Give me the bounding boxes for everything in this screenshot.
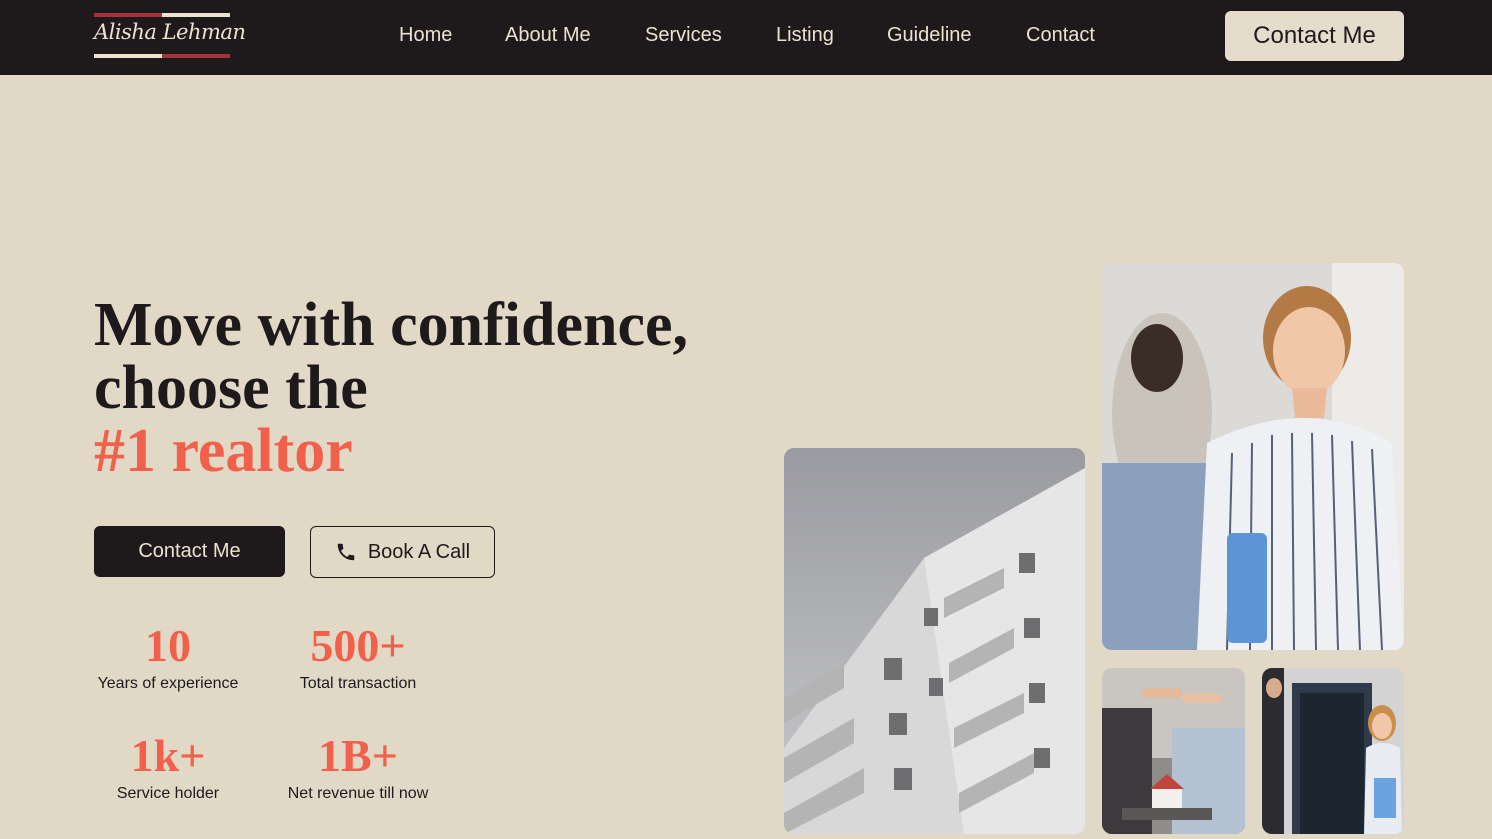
nav-about-me[interactable]: About Me (505, 23, 591, 47)
header-contact-me-button[interactable]: Contact Me (1225, 11, 1404, 61)
navbar: Alisha Lehman Home About Me Services Lis… (0, 0, 1492, 75)
logo-bar-top (94, 13, 230, 17)
nav-services[interactable]: Services (645, 23, 722, 47)
logo[interactable]: Alisha Lehman (94, 13, 246, 58)
headline-line-2: choose the (94, 354, 368, 422)
open-door-photo (1262, 668, 1404, 834)
stat-value: 500+ (310, 620, 406, 671)
headline-line-1: Move with confidence, (94, 291, 689, 359)
contact-me-button[interactable]: Contact Me (94, 526, 285, 577)
stat-label: Total transaction (299, 675, 417, 692)
phone-icon (335, 541, 357, 563)
nav-listing[interactable]: Listing (776, 23, 834, 47)
stat-value: 10 (145, 620, 191, 671)
realtor-portrait-photo (1102, 263, 1404, 650)
keys-handover-photo (1102, 668, 1245, 834)
building-photo (784, 448, 1085, 834)
nav-guideline[interactable]: Guideline (887, 23, 972, 47)
stat-value: 1B+ (318, 730, 398, 781)
stat-years: 10 Years of experience (94, 623, 242, 693)
stat-revenue: 1B+ Net revenue till now (280, 733, 436, 803)
stat-value: 1k+ (130, 730, 206, 781)
nav-home[interactable]: Home (399, 23, 452, 47)
book-a-call-button[interactable]: Book A Call (310, 526, 495, 578)
stat-transactions: 500+ Total transaction (292, 623, 424, 693)
logo-text: Alisha Lehman (94, 20, 246, 44)
stat-label: Service holder (116, 785, 220, 802)
stat-label: Net revenue till now (287, 785, 429, 802)
logo-bar-bottom (94, 54, 230, 58)
book-a-call-label: Book A Call (367, 540, 471, 563)
stat-service-holders: 1k+ Service holder (94, 733, 242, 803)
hero-headline: Move with confidence, choose the #1 real… (94, 294, 688, 483)
headline-accent: #1 realtor (94, 417, 353, 485)
nav-contact[interactable]: Contact (1026, 23, 1095, 47)
stat-label: Years of experience (97, 675, 239, 692)
